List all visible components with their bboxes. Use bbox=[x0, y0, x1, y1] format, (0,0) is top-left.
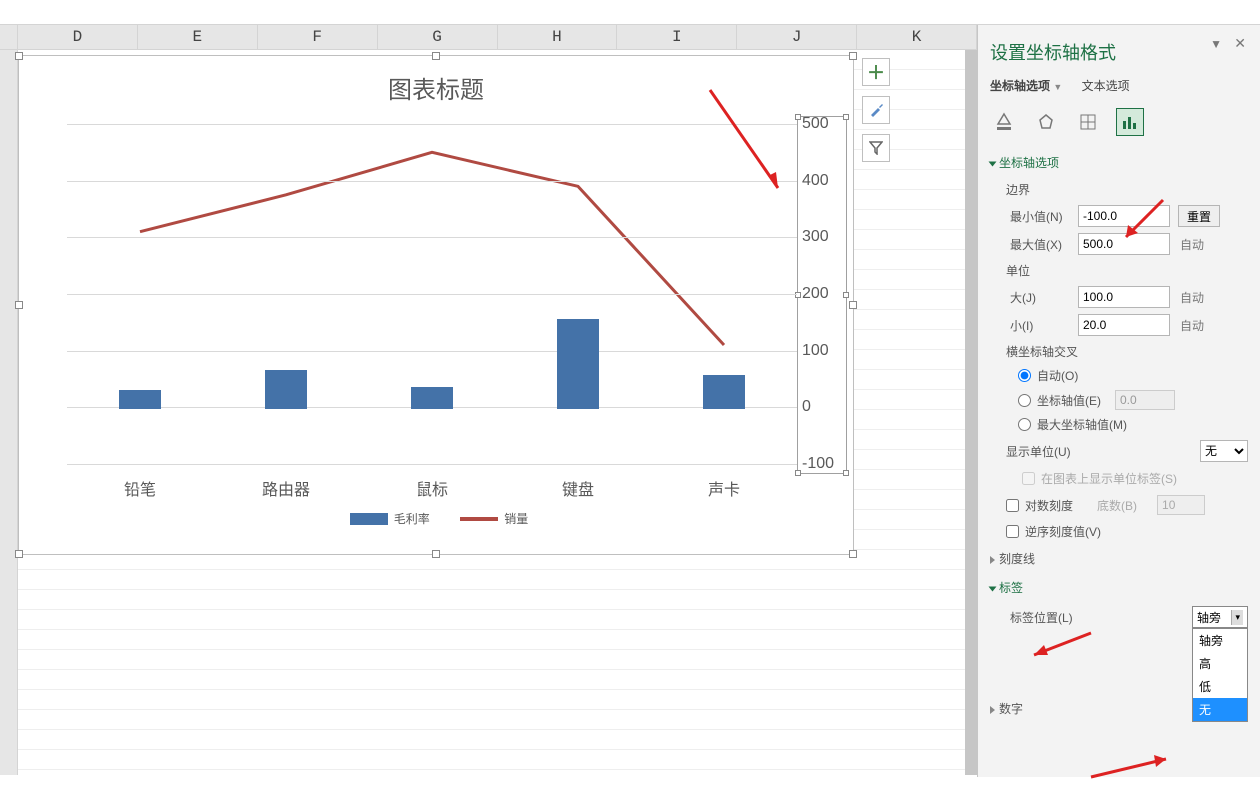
funnel-icon bbox=[869, 141, 883, 155]
axis-options-icon[interactable] bbox=[1116, 108, 1144, 136]
dd-option-none[interactable]: 无 bbox=[1193, 698, 1247, 721]
col-k[interactable]: K bbox=[857, 25, 977, 49]
label-major-unit: 大(J) bbox=[1010, 289, 1078, 306]
tab-axis-options[interactable]: 坐标轴选项 ▼ bbox=[990, 79, 1062, 93]
column-headers: D E F G H I J K bbox=[0, 25, 977, 50]
input-max-value[interactable] bbox=[1078, 233, 1170, 255]
label-label-position: 标签位置(L) bbox=[1010, 609, 1192, 626]
label-position-dropdown: 轴旁 高 低 无 bbox=[1192, 628, 1248, 722]
col-e[interactable]: E bbox=[138, 25, 258, 49]
x-category-label: 铅笔 bbox=[124, 476, 156, 500]
section-ticks[interactable]: 刻度线 bbox=[990, 544, 1248, 573]
bar[interactable] bbox=[119, 390, 161, 410]
col-h[interactable]: H bbox=[498, 25, 618, 49]
y-tick-label: 500 bbox=[802, 115, 842, 133]
y-tick-label: 400 bbox=[802, 172, 842, 190]
chart-styles-button[interactable] bbox=[862, 96, 890, 124]
dd-option-axis-side[interactable]: 轴旁 bbox=[1193, 629, 1247, 652]
checkbox-reverse-order[interactable] bbox=[1006, 525, 1019, 538]
legend-bar-swatch bbox=[350, 513, 388, 525]
y-tick-label: 300 bbox=[802, 228, 842, 246]
vertical-scrollbar[interactable] bbox=[965, 50, 977, 775]
checkbox-show-unit-label bbox=[1022, 472, 1035, 485]
label-max: 最大值(X) bbox=[1010, 236, 1078, 253]
radio-cross-max[interactable] bbox=[1018, 418, 1031, 431]
col-i[interactable]: I bbox=[617, 25, 737, 49]
col-g[interactable]: G bbox=[378, 25, 498, 49]
radio-cross-auto[interactable] bbox=[1018, 369, 1031, 382]
col-f[interactable]: F bbox=[258, 25, 378, 49]
bar[interactable] bbox=[265, 370, 307, 410]
chart-legend[interactable]: 毛利率 销量 bbox=[27, 510, 845, 528]
bar[interactable] bbox=[557, 319, 599, 410]
format-axis-pane: ▼ ✕ 设置坐标轴格式 坐标轴选项 ▼ 文本选项 坐标轴选项 边界 最小值(N)… bbox=[978, 25, 1260, 777]
legend-line-label: 销量 bbox=[504, 512, 528, 526]
auto-max-label: 自动 bbox=[1180, 236, 1204, 253]
bar[interactable] bbox=[703, 375, 745, 409]
y-tick-label: 100 bbox=[802, 342, 842, 360]
section-axis-options[interactable]: 坐标轴选项 bbox=[990, 148, 1248, 177]
x-category-label: 鼠标 bbox=[416, 476, 448, 500]
chart-filter-button[interactable] bbox=[862, 134, 890, 162]
bar[interactable] bbox=[411, 387, 453, 410]
pane-dropdown-icon[interactable]: ▼ bbox=[1210, 37, 1222, 51]
radio-cross-value[interactable] bbox=[1018, 394, 1031, 407]
label-cross: 横坐标轴交叉 bbox=[990, 339, 1248, 364]
x-category-label: 键盘 bbox=[562, 476, 594, 500]
checkbox-log-scale[interactable] bbox=[1006, 499, 1019, 512]
select-display-unit[interactable]: 无 bbox=[1200, 440, 1248, 462]
reset-min-button[interactable]: 重置 bbox=[1178, 205, 1220, 227]
label-min: 最小值(N) bbox=[1010, 208, 1078, 225]
y-tick-label: 0 bbox=[802, 398, 842, 416]
size-properties-icon[interactable] bbox=[1074, 108, 1102, 136]
input-minor-unit[interactable] bbox=[1078, 314, 1170, 336]
y-tick-label: -100 bbox=[802, 455, 842, 473]
section-labels[interactable]: 标签 bbox=[990, 573, 1248, 602]
plot-area[interactable]: -1000100200300400500 bbox=[67, 124, 797, 466]
annotation-arrow-4 bbox=[1086, 747, 1176, 787]
col-d[interactable]: D bbox=[18, 25, 138, 49]
legend-line-swatch bbox=[460, 517, 498, 521]
y-tick-label: 200 bbox=[802, 285, 842, 303]
input-log-base bbox=[1157, 495, 1205, 515]
spreadsheet-area: D E F G H I J K 图表标 bbox=[0, 25, 978, 777]
select-label-position[interactable]: 轴旁▾ bbox=[1192, 606, 1248, 628]
pane-close-button[interactable]: ✕ bbox=[1234, 35, 1246, 52]
chart-object[interactable]: 图表标题 -10001002003004005 bbox=[18, 55, 854, 555]
dd-option-high[interactable]: 高 bbox=[1193, 652, 1247, 675]
brush-icon bbox=[868, 102, 884, 118]
chart-add-element-button[interactable]: ＋ bbox=[862, 58, 890, 86]
x-category-label: 路由器 bbox=[262, 476, 310, 500]
col-j[interactable]: J bbox=[737, 25, 857, 49]
legend-bar-label: 毛利率 bbox=[394, 512, 430, 526]
label-bounds: 边界 bbox=[990, 177, 1248, 202]
chart-title[interactable]: 图表标题 bbox=[27, 70, 845, 105]
label-display-unit: 显示单位(U) bbox=[1006, 443, 1200, 460]
dd-option-low[interactable]: 低 bbox=[1193, 675, 1247, 698]
label-minor-unit: 小(I) bbox=[1010, 317, 1078, 334]
label-units: 单位 bbox=[990, 258, 1248, 283]
input-cross-value bbox=[1115, 390, 1175, 410]
effects-icon[interactable] bbox=[1032, 108, 1060, 136]
fill-line-icon[interactable] bbox=[990, 108, 1018, 136]
tab-text-options[interactable]: 文本选项 bbox=[1082, 79, 1130, 93]
formula-bar[interactable] bbox=[0, 0, 1260, 25]
input-major-unit[interactable] bbox=[1078, 286, 1170, 308]
x-category-label: 声卡 bbox=[708, 476, 740, 500]
input-min-value[interactable] bbox=[1078, 205, 1170, 227]
